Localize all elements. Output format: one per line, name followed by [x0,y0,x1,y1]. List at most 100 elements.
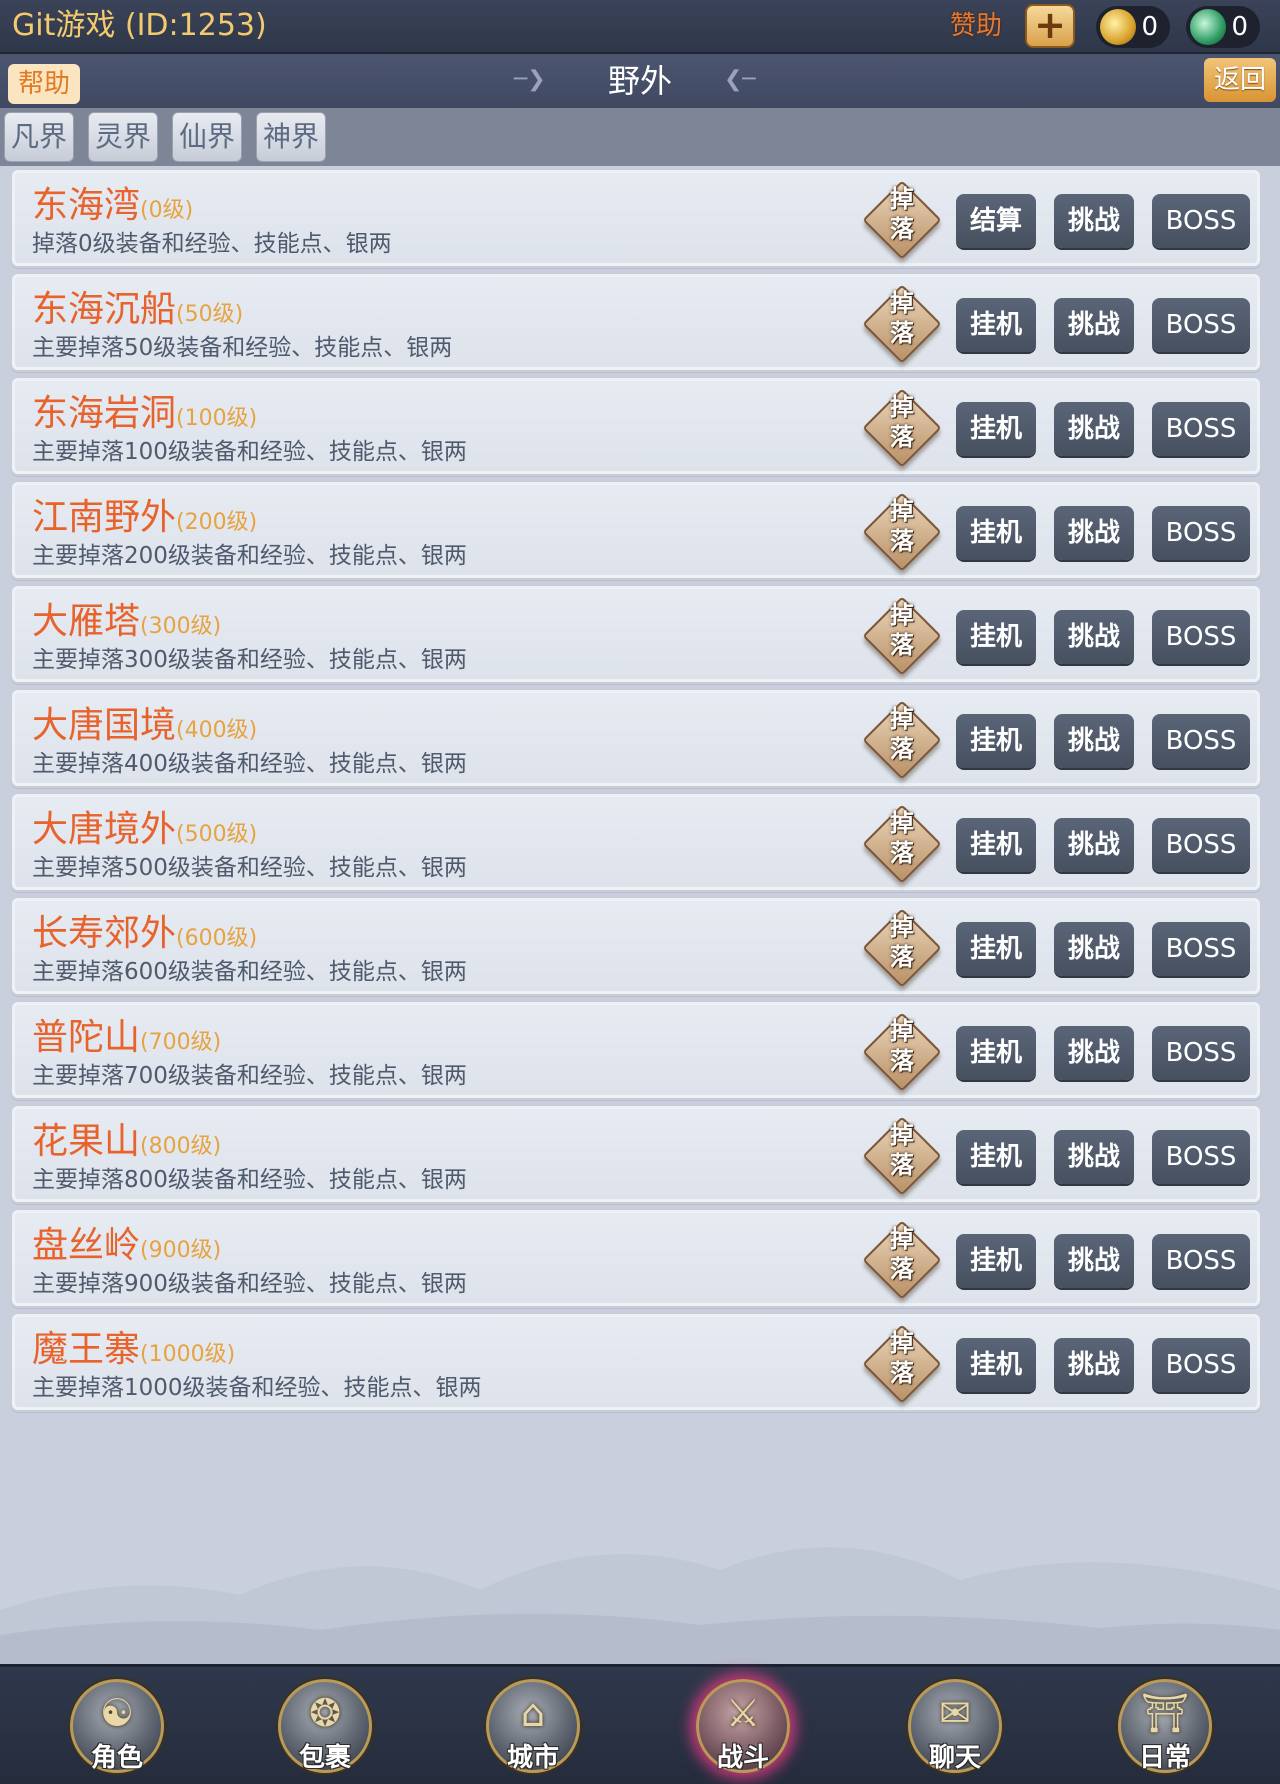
boss-button[interactable]: BOSS [1152,922,1250,976]
challenge-button[interactable]: 挑战 [1054,610,1134,664]
map-list: 东海湾(0级) 掉落0级装备和经验、技能点、银两掉落结算 挑战 BOSS 东海沉船(50… [0,168,1280,1418]
boss-button[interactable]: BOSS [1152,298,1250,352]
tab-god-realm[interactable]: 神界 [256,112,326,162]
map-description: 主要掉落700级装备和经验、技能点、银两 [32,1063,467,1089]
sponsor-button[interactable]: 赞助 [950,8,1002,44]
map-level: (500级) [176,822,258,847]
drop-button[interactable]: 掉落 [874,912,930,984]
map-name: 东海沉船(50级) [32,290,243,335]
idle-button[interactable]: 挂机 [956,818,1036,872]
back-button[interactable]: 返回 [1204,58,1276,102]
map-description: 主要掉落500级装备和经验、技能点、银两 [32,855,467,881]
map-name-text: 普陀山 [32,1017,141,1058]
tab-mortal-realm[interactable]: 凡界 [4,112,74,162]
idle-button[interactable]: 结算 [956,194,1036,248]
drop-button[interactable]: 掉落 [874,184,930,256]
map-level: (1000级) [140,1342,236,1367]
tab-spirit-realm[interactable]: 灵界 [88,112,158,162]
idle-button[interactable]: 挂机 [956,1338,1036,1392]
challenge-button[interactable]: 挑战 [1054,818,1134,872]
boss-button[interactable]: BOSS [1152,714,1250,768]
map-row: 花果山(800级) 主要掉落800级装备和经验、技能点、银两掉落挂机 挑战 BOSS [10,1104,1262,1204]
drop-button[interactable]: 掉落 [874,600,930,672]
tab-immortal-realm[interactable]: 仙界 [172,112,242,162]
boss-button[interactable]: BOSS [1152,402,1250,456]
map-name: 大唐国境(400级) [32,706,257,751]
jade-currency: 0 [1186,6,1260,48]
boss-button[interactable]: BOSS [1152,610,1250,664]
drop-button[interactable]: 掉落 [874,1224,930,1296]
map-row: 江南野外(200级) 主要掉落200级装备和经验、技能点、银两掉落挂机 挑战 BOSS [10,480,1262,580]
map-name: 大唐境外(500级) [32,810,257,855]
nav-item-battle[interactable]: ⚔ 战斗 [688,1673,798,1783]
challenge-button[interactable]: 挑战 [1054,714,1134,768]
challenge-button[interactable]: 挑战 [1054,194,1134,248]
idle-button[interactable]: 挂机 [956,714,1036,768]
map-row: 东海湾(0级) 掉落0级装备和经验、技能点、银两掉落结算 挑战 BOSS [10,168,1262,268]
boss-button[interactable]: BOSS [1152,1130,1250,1184]
gold-value: 0 [1141,12,1158,42]
idle-button[interactable]: 挂机 [956,1234,1036,1288]
challenge-button[interactable]: 挑战 [1054,1338,1134,1392]
nav-item-daily[interactable]: ⛩ 日常 [1110,1673,1220,1783]
nav-item-chat[interactable]: ✉ 聊天 [900,1673,1010,1783]
challenge-button[interactable]: 挑战 [1054,506,1134,560]
drop-button[interactable]: 掉落 [874,1328,930,1400]
map-level: (200级) [176,510,258,535]
map-name-text: 东海湾 [32,185,141,226]
map-level: (50级) [176,302,244,327]
boss-button[interactable]: BOSS [1152,506,1250,560]
boss-button[interactable]: BOSS [1152,194,1250,248]
nav-item-city[interactable]: ⌂ 城市 [478,1673,588,1783]
drop-button[interactable]: 掉落 [874,392,930,464]
idle-button[interactable]: 挂机 [956,298,1036,352]
idle-button[interactable]: 挂机 [956,402,1036,456]
drop-button[interactable]: 掉落 [874,288,930,360]
map-row: 东海沉船(50级) 主要掉落50级装备和经验、技能点、银两 掉落挂机 挑战 BOSS [10,272,1262,372]
map-name: 长寿郊外(600级) [32,914,257,959]
boss-button[interactable]: BOSS [1152,1026,1250,1080]
challenge-button[interactable]: 挑战 [1054,1234,1134,1288]
nav-label: 角色 [90,1743,143,1773]
idle-button[interactable]: 挂机 [956,1130,1036,1184]
map-row: 大唐境外(500级) 主要掉落500级装备和经验、技能点、银两 掉落挂机 挑战 BOSS [10,792,1262,892]
challenge-button[interactable]: 挑战 [1054,1026,1134,1080]
map-level: (600级) [176,926,258,951]
map-name: 魔王寨(1000级) [32,1330,235,1375]
gold-coin-icon [1100,9,1136,45]
boss-button[interactable]: BOSS [1152,1234,1250,1288]
bag-icon: ❂ [309,1691,341,1735]
nav-item-character[interactable]: ☯ 角色 [62,1673,172,1783]
jade-value: 0 [1231,12,1248,42]
realm-tabs: 凡界 灵界 仙界 神界 [0,108,1280,166]
nav-label: 聊天 [928,1743,981,1773]
challenge-button[interactable]: 挑战 [1054,1130,1134,1184]
drop-button[interactable]: 掉落 [874,496,930,568]
map-level: (400级) [176,718,258,743]
nav-label: 城市 [506,1743,559,1773]
drop-button[interactable]: 掉落 [874,1016,930,1088]
idle-button[interactable]: 挂机 [956,506,1036,560]
drop-button[interactable]: 掉落 [874,1120,930,1192]
map-description: 主要掉落50级装备和经验、技能点、银两 [32,335,453,361]
map-level: (900级) [140,1238,222,1263]
idle-button[interactable]: 挂机 [956,610,1036,664]
chat-icon: ✉ [939,1691,971,1735]
challenge-button[interactable]: 挑战 [1054,402,1134,456]
map-name-text: 魔王寨 [32,1329,141,1370]
boss-button[interactable]: BOSS [1152,818,1250,872]
recharge-plus-button[interactable]: + [1025,4,1075,48]
nav-item-bag[interactable]: ❂ 包裹 [270,1673,380,1783]
boss-button[interactable]: BOSS [1152,1338,1250,1392]
map-row: 魔王寨(1000级) 主要掉落1000级装备和经验、技能点、银两掉落挂机 挑战 BOS… [10,1312,1262,1412]
map-name-text: 东海岩洞 [32,393,177,434]
map-row: 盘丝岭(900级) 主要掉落900级装备和经验、技能点、银两掉落挂机 挑战 BOSS [10,1208,1262,1308]
nav-label: 包裹 [298,1743,351,1773]
drop-button[interactable]: 掉落 [874,704,930,776]
map-level: (100级) [176,406,258,431]
idle-button[interactable]: 挂机 [956,1026,1036,1080]
challenge-button[interactable]: 挑战 [1054,298,1134,352]
challenge-button[interactable]: 挑战 [1054,922,1134,976]
drop-button[interactable]: 掉落 [874,808,930,880]
idle-button[interactable]: 挂机 [956,922,1036,976]
